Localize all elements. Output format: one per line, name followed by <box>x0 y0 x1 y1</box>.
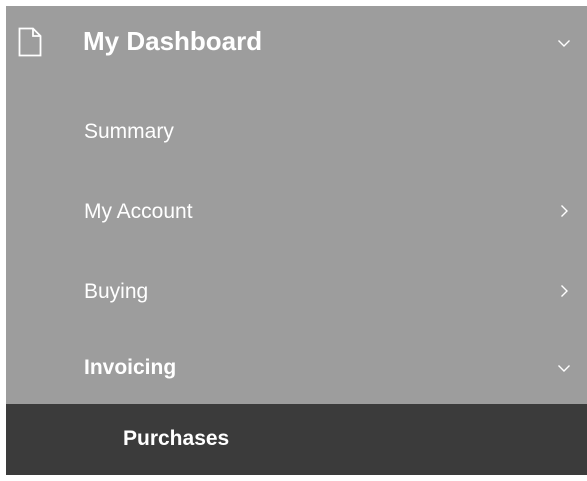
submenu-item-purchases[interactable]: Purchases <box>6 404 587 475</box>
chevron-down-icon <box>558 365 570 372</box>
sidebar-item-invoicing[interactable]: Invoicing <box>6 324 587 404</box>
summary-label: Summary <box>84 120 174 143</box>
my-dashboard-header[interactable]: My Dashboard <box>6 6 587 76</box>
my-dashboard-label: My Dashboard <box>83 26 263 56</box>
buying-label: Buying <box>84 280 149 303</box>
sidebar-item-my-account[interactable]: My Account <box>6 172 587 252</box>
dashboard-menu-panel: My Dashboard Summary My Account Buying I… <box>6 6 587 404</box>
my-account-label: My Account <box>84 200 193 223</box>
chevron-down-icon <box>558 40 570 47</box>
chevron-right-icon <box>561 285 568 297</box>
sidebar-item-summary[interactable]: Summary <box>6 92 587 172</box>
sidebar-item-buying[interactable]: Buying <box>6 252 587 332</box>
document-icon <box>18 27 42 57</box>
invoicing-label: Invoicing <box>84 356 177 379</box>
sidebar-menu: My Dashboard Summary My Account Buying I… <box>6 6 587 475</box>
chevron-right-icon <box>561 205 568 217</box>
purchases-label: Purchases <box>123 427 230 450</box>
